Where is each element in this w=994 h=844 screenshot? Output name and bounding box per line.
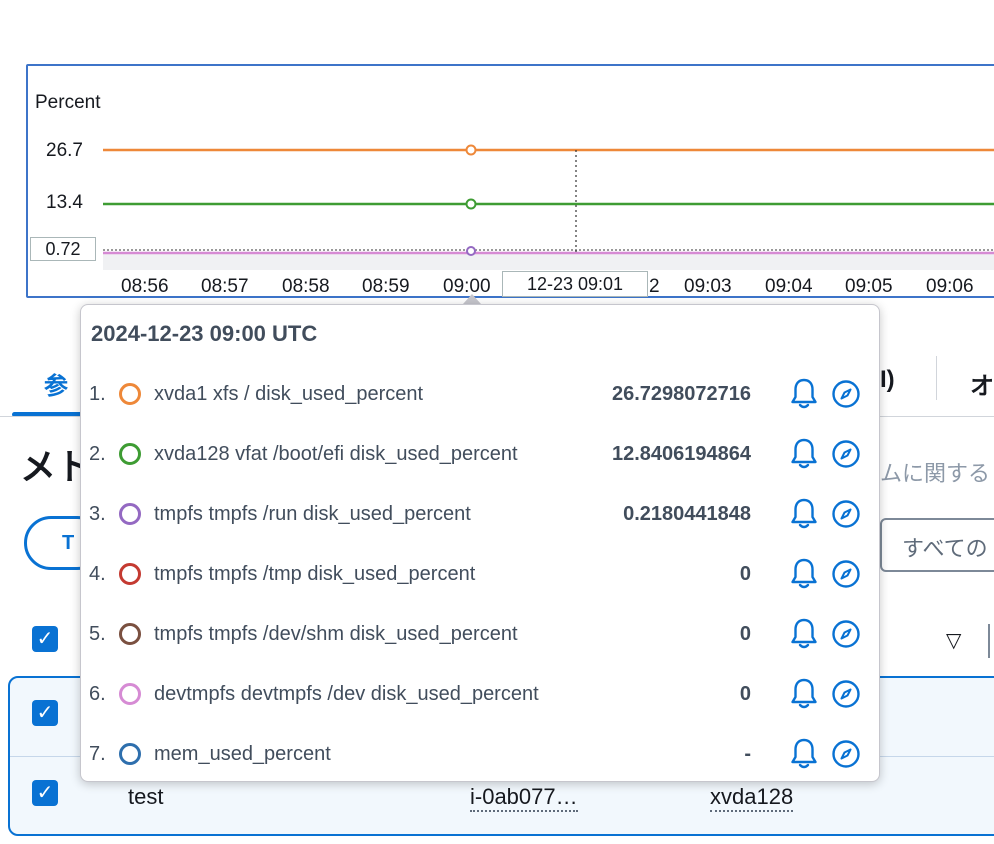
data-point-marker — [465, 198, 477, 210]
series-label: xvda128 vfat /boot/efi disk_used_percent — [154, 443, 518, 465]
compass-icon[interactable] — [831, 559, 861, 589]
series-label: devtmpfs devtmpfs /dev disk_used_percent — [154, 683, 539, 705]
compass-icon[interactable] — [831, 619, 861, 649]
x-tick-label: 08:58 — [282, 276, 330, 297]
tooltip-title: 2024-12-23 09:00 UTC — [91, 321, 318, 346]
series-label: xvda1 xfs / disk_used_percent — [154, 383, 424, 405]
series-value: 0 — [739, 563, 751, 585]
series-label: tmpfs tmpfs /run disk_used_percent — [154, 503, 471, 525]
compass-icon[interactable] — [831, 679, 861, 709]
bell-icon[interactable] — [789, 497, 819, 531]
row-instance-id[interactable]: i-0ab077… — [470, 784, 578, 812]
line-chart[interactable] — [0, 0, 994, 300]
series-color-icon — [119, 383, 141, 405]
series-color-icon — [119, 563, 141, 585]
series-color-icon — [119, 683, 141, 705]
tab-separator — [936, 356, 937, 400]
x-tick-label: 09:05 — [845, 276, 893, 297]
bell-icon[interactable] — [789, 437, 819, 471]
filter-select-value: すべての — [902, 536, 988, 561]
tab-browse[interactable]: 参 — [44, 366, 68, 401]
sort-icon[interactable]: ▽ — [946, 628, 961, 653]
compass-icon[interactable] — [831, 739, 861, 769]
compass-icon[interactable] — [831, 499, 861, 529]
series-value: 12.8406194864 — [611, 443, 751, 465]
search-placeholder[interactable]: ムに関する — [880, 456, 990, 488]
tooltip-row: 2. xvda128 vfat /boot/efi disk_used_perce… — [81, 435, 881, 475]
bell-icon[interactable] — [789, 617, 819, 651]
series-value: 0 — [739, 623, 751, 645]
series-value: 0.2180441848 — [623, 503, 751, 525]
row-checkbox[interactable]: ✓ — [32, 700, 58, 726]
compass-icon[interactable] — [831, 379, 861, 409]
bell-icon[interactable] — [789, 677, 819, 711]
series-color-icon — [119, 623, 141, 645]
tab-options[interactable]: オ — [970, 366, 994, 401]
row-index: 4. — [89, 563, 106, 585]
tooltip-row: 6. devtmpfs devtmpfs /dev disk_used_perce… — [81, 675, 881, 715]
x-tick-label: 08:57 — [201, 276, 249, 297]
tooltip-row: 3. tmpfs tmpfs /run disk_used_percent 0.21… — [81, 495, 881, 535]
tooltip-pointer — [463, 294, 481, 304]
column-resizer[interactable] — [988, 624, 990, 658]
tooltip-row: 5. tmpfs tmpfs /dev/shm disk_used_percent… — [81, 615, 881, 655]
series-label: tmpfs tmpfs /dev/shm disk_used_percent — [154, 623, 518, 645]
series-value: 0 — [739, 683, 751, 705]
chart-tooltip: 2024-12-23 09:00 UTC 1. xvda1 xfs / disk_… — [80, 304, 880, 782]
row-device[interactable]: xvda128 — [710, 784, 794, 812]
y-tick-highlight: 0.72 — [30, 237, 96, 261]
data-point-marker — [465, 144, 477, 156]
filter-pill-label: T — [62, 532, 75, 554]
row-index: 1. — [89, 383, 106, 405]
series-color-icon — [119, 743, 141, 765]
row-checkbox[interactable]: ✓ — [32, 780, 58, 806]
bell-icon[interactable] — [789, 737, 819, 771]
row-index: 6. — [89, 683, 106, 705]
tooltip-row: 7. mem_used_percent - — [81, 735, 881, 775]
row-index: 2. — [89, 443, 106, 465]
x-tick-label: 09:03 — [684, 276, 732, 297]
x-tick-label: 08:59 — [362, 276, 410, 297]
x-tick-label: 09:06 — [926, 276, 974, 297]
series-value: 26.7298072716 — [611, 383, 751, 405]
data-point-marker — [466, 246, 476, 256]
hover-time-label: 12-23 09:01 — [502, 271, 648, 297]
tooltip-row: 4. tmpfs tmpfs /tmp disk_used_percent 0 — [81, 555, 881, 595]
x-tick-label: 09:04 — [765, 276, 813, 297]
series-value: - — [744, 743, 751, 765]
compass-icon[interactable] — [831, 439, 861, 469]
bell-icon[interactable] — [789, 557, 819, 591]
x-tick-label: 2 — [649, 276, 660, 297]
row-index: 7. — [89, 743, 106, 765]
chart-zero-band — [103, 252, 994, 270]
row-index: 3. — [89, 503, 106, 525]
series-color-icon — [119, 443, 141, 465]
series-label: mem_used_percent — [154, 743, 331, 765]
series-color-icon — [119, 503, 141, 525]
row-index: 5. — [89, 623, 106, 645]
tooltip-row: 1. xvda1 xfs / disk_used_percent 26.729807… — [81, 375, 881, 415]
bell-icon[interactable] — [789, 377, 819, 411]
tab-fragment[interactable]: I) — [880, 366, 895, 394]
x-tick-label: 08:56 — [121, 276, 169, 297]
row-name: test — [128, 784, 164, 809]
series-label: tmpfs tmpfs /tmp disk_used_percent — [154, 563, 476, 585]
select-all-checkbox[interactable]: ✓ — [32, 626, 58, 652]
